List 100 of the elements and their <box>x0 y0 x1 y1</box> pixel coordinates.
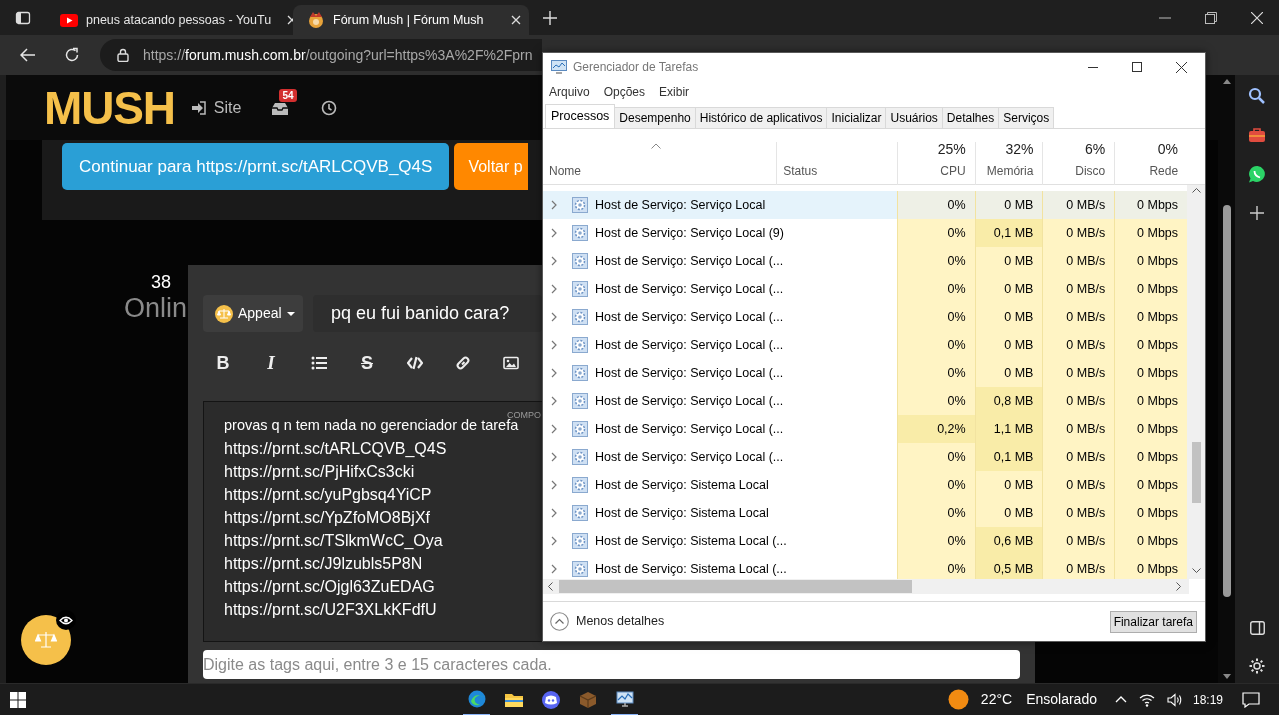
scroll-down-icon[interactable] <box>1222 674 1231 679</box>
column-header[interactable]: Disco <box>1075 162 1106 180</box>
sun-icon[interactable] <box>947 689 969 710</box>
notification-icon[interactable] <box>1242 691 1260 708</box>
reload-icon[interactable] <box>64 47 80 63</box>
tab[interactable]: Processos <box>545 104 616 128</box>
table-cell: 0 MB/s <box>1042 527 1115 555</box>
scroll-down-icon[interactable] <box>1191 568 1201 573</box>
chevron-right-icon[interactable] <box>551 396 557 406</box>
table-cell: 0% <box>896 527 975 555</box>
image-icon[interactable] <box>503 355 519 371</box>
add-icon[interactable] <box>1250 206 1264 220</box>
browser-icon[interactable] <box>466 688 487 709</box>
address-field[interactable]: https://forum.mush.com.br/outgoing?url=https%3A%2F%2Fprn <box>100 39 542 71</box>
chevron-right-icon[interactable] <box>551 508 557 518</box>
chevron-right-icon[interactable] <box>551 340 557 350</box>
chevron-right-icon[interactable] <box>551 200 557 210</box>
prefix-dropdown[interactable]: Appeal <box>203 295 303 332</box>
maximize-icon[interactable] <box>1132 62 1142 72</box>
list-icon[interactable] <box>311 355 327 371</box>
menu-item[interactable]: Arquivo <box>549 83 590 101</box>
minimize-icon[interactable] <box>1088 66 1098 68</box>
scrollbar-thumb[interactable] <box>1191 442 1201 503</box>
strikethrough-button[interactable]: S <box>347 348 387 378</box>
site-logo[interactable]: MUSH <box>44 84 175 131</box>
site-link[interactable]: Site <box>190 95 242 120</box>
end-task-button[interactable]: Finalizar tarefa <box>1109 610 1197 633</box>
scroll-up-icon[interactable] <box>1191 188 1201 193</box>
table-cell: 0 MB <box>974 471 1043 499</box>
page-scrollbar[interactable] <box>1218 75 1235 683</box>
scroll-left-icon[interactable] <box>548 582 553 591</box>
process-name: Host de Serviço: Serviço Local (... <box>595 392 784 410</box>
column-header[interactable]: Status <box>783 162 897 180</box>
scrollbar-thumb[interactable] <box>1222 205 1231 597</box>
chevron-right-icon[interactable] <box>551 452 557 462</box>
search-icon[interactable] <box>1248 87 1266 105</box>
inbox-icon[interactable] <box>271 101 290 116</box>
chevron-up-icon[interactable] <box>1114 696 1127 703</box>
scroll-up-icon[interactable] <box>1222 79 1231 84</box>
column-header[interactable]: CPU <box>940 162 966 180</box>
scroll-right-icon[interactable] <box>1176 582 1181 591</box>
column-header[interactable]: Rede <box>1149 162 1179 180</box>
restore-icon[interactable] <box>1205 11 1217 24</box>
clock-time[interactable]: 18:19 <box>1192 690 1223 709</box>
less-details-button[interactable]: Menos detalhes <box>550 612 665 631</box>
bold-button[interactable]: B <box>203 348 243 378</box>
chevron-right-icon[interactable] <box>551 312 557 322</box>
scrollbar-thumb[interactable] <box>559 580 912 593</box>
close-icon[interactable] <box>1176 61 1187 73</box>
new-tab-icon[interactable] <box>543 10 557 25</box>
wifi-icon[interactable] <box>1138 692 1155 707</box>
column-header[interactable]: Memória <box>986 162 1034 180</box>
chevron-right-icon[interactable] <box>551 564 557 574</box>
table-cell: 0% <box>896 555 975 579</box>
tab[interactable]: Serviços <box>999 107 1055 128</box>
vertical-scrollbar[interactable] <box>1187 185 1205 579</box>
code-icon[interactable] <box>407 355 423 371</box>
clock-icon[interactable] <box>321 99 338 116</box>
moderation-button[interactable] <box>21 615 71 665</box>
message-body-field[interactable] <box>203 401 542 642</box>
table-cell: 0 Mbps <box>1114 527 1188 555</box>
italic-button[interactable]: I <box>251 348 291 378</box>
table-cell: 0 Mbps <box>1114 415 1188 443</box>
horizontal-scrollbar[interactable] <box>543 579 1189 594</box>
browser-tab[interactable]: pneus atacando pessoas - YouTu <box>46 5 290 35</box>
chevron-right-icon[interactable] <box>551 256 557 266</box>
tab[interactable]: Desempenho <box>615 107 696 128</box>
crate-icon[interactable] <box>577 689 598 710</box>
tags-field[interactable]: Digite as tags aqui, entre 3 e 15 caracteres cada. <box>203 650 1020 679</box>
title-field[interactable]: pq eu fui banido cara? <box>313 295 542 332</box>
table-cell: 0,6 MB <box>974 527 1043 555</box>
volume-icon[interactable] <box>1166 692 1183 707</box>
chevron-right-icon[interactable] <box>551 424 557 434</box>
chat-bubble-icon[interactable] <box>1247 165 1267 184</box>
browser-tab[interactable]: Fórum Mush | Fórum Mush <box>293 5 529 35</box>
chevron-right-icon[interactable] <box>551 368 557 378</box>
table-cell: 0 MB <box>974 499 1043 527</box>
tab[interactable]: Detalhes <box>942 107 1000 128</box>
chevron-right-icon[interactable] <box>551 284 557 294</box>
menu-item[interactable]: Exibir <box>659 83 690 101</box>
briefcase-icon[interactable] <box>1248 127 1266 143</box>
link-icon[interactable] <box>455 355 471 371</box>
back-icon[interactable] <box>20 48 36 62</box>
chevron-right-icon[interactable] <box>551 228 557 238</box>
tab-title: pneus atacando pessoas - YouTu <box>86 11 272 29</box>
menu-item[interactable]: Opções <box>603 83 646 101</box>
column-header[interactable]: Nome <box>549 162 777 180</box>
chat-app-icon[interactable] <box>540 689 561 710</box>
windows-start-icon[interactable] <box>10 691 26 708</box>
tab[interactable]: Histórico de aplicativos <box>695 107 828 128</box>
tab[interactable]: Usuários <box>886 107 943 128</box>
tab[interactable]: Inicializar <box>827 107 887 128</box>
table-cell: 0,1 MB <box>974 443 1043 471</box>
chevron-right-icon[interactable] <box>551 480 557 490</box>
chevron-right-icon[interactable] <box>551 536 557 546</box>
process-row[interactable]: Host de Serviço: Serviço Local <box>543 191 897 219</box>
settings-icon[interactable] <box>1248 657 1266 675</box>
sidebar-panel-icon[interactable] <box>1249 621 1265 635</box>
tab-actions-icon[interactable] <box>15 9 31 26</box>
monitor-graph-icon[interactable] <box>614 688 635 709</box>
